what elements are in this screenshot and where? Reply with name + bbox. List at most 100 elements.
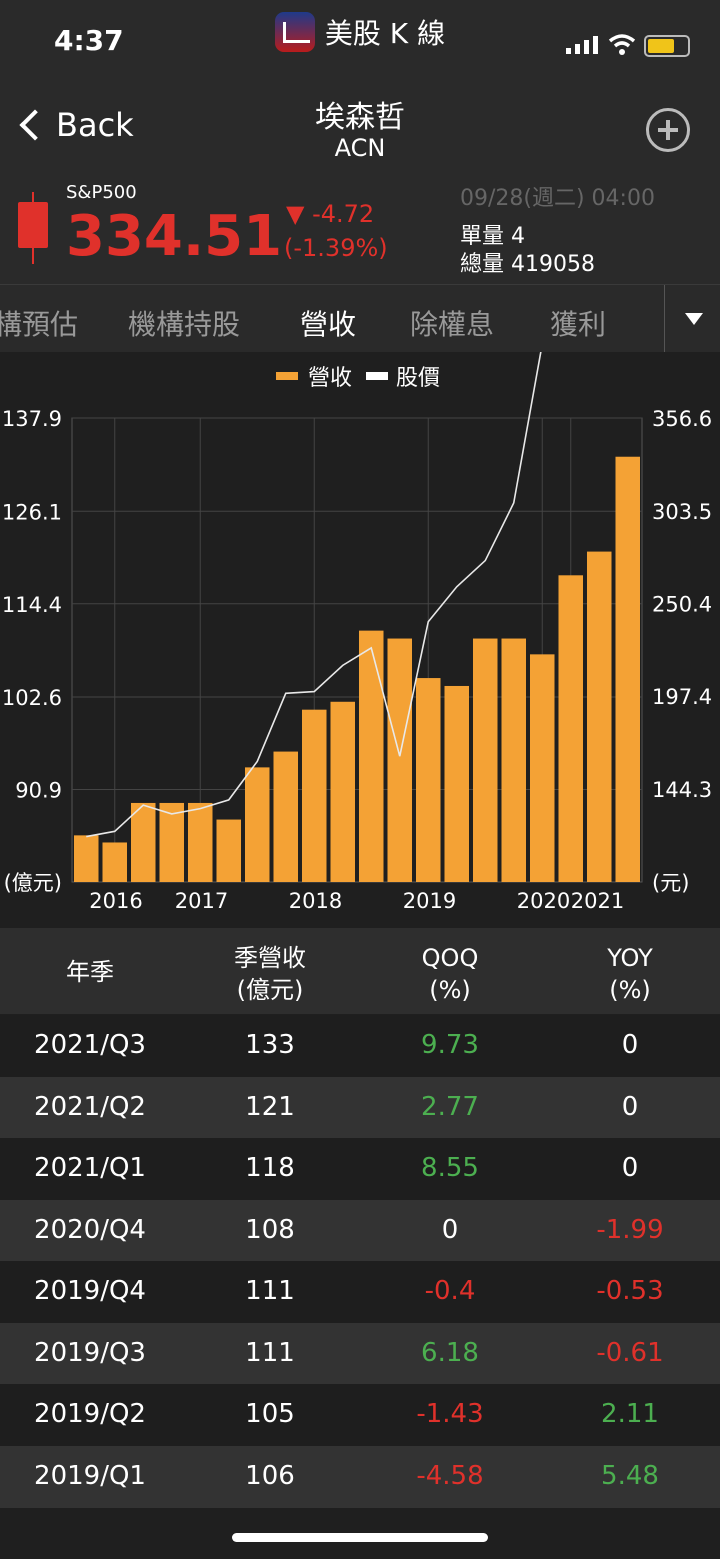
cell-qoq: 8.55 xyxy=(421,1153,479,1183)
x-axis-tick-label: 2020 xyxy=(517,889,570,913)
col-header-qoq-title: QOQ xyxy=(421,944,479,972)
table-row[interactable]: 2021/Q1 118 8.55 0 xyxy=(0,1138,720,1200)
cell-revenue: 121 xyxy=(245,1091,295,1122)
total-volume-label: 總量 xyxy=(460,252,505,277)
cell-revenue: 105 xyxy=(245,1399,295,1429)
revenue-bar xyxy=(387,638,413,882)
battery-icon xyxy=(644,35,690,57)
cell-qoq: -1.43 xyxy=(416,1399,484,1429)
tab-earnings[interactable]: 獲利 xyxy=(550,303,606,343)
home-indicator xyxy=(232,1533,488,1542)
left-axis-tick-label: 90.9 xyxy=(15,779,62,803)
quote-bar: S&P500 334.51 ▼ -4.72 (-1.39%) 09/28(週二)… xyxy=(0,170,720,284)
candlestick-icon xyxy=(18,192,48,264)
cell-yoy: 2.11 xyxy=(601,1399,659,1429)
tab-bar: 構預估 機構持股 營收 除權息 獲利 xyxy=(0,284,720,353)
cell-revenue: 118 xyxy=(245,1153,295,1183)
cell-quarter: 2019/Q1 xyxy=(34,1460,146,1491)
cell-revenue: 111 xyxy=(245,1337,295,1368)
revenue-bar xyxy=(159,802,185,882)
col-header-revenue-title: 季營收 xyxy=(234,944,306,972)
revenue-bar xyxy=(529,654,555,882)
revenue-chart: 營收 股價 137.9 356.6 126.1 303.5 114.4 250.4 102.… xyxy=(0,104,720,928)
right-axis-tick-label: 303.5 xyxy=(652,500,712,524)
right-axis-unit: (元) xyxy=(652,871,689,895)
table-row[interactable]: 2019/Q2 105 -1.43 2.11 xyxy=(0,1384,720,1446)
right-axis-tick-label: 197.4 xyxy=(652,685,712,709)
col-header-revenue-unit: (億元) xyxy=(236,976,304,1004)
revenue-bar xyxy=(330,701,356,882)
status-bar: 4:37 美股 K 線 xyxy=(0,0,720,86)
left-axis-tick-label: 126.1 xyxy=(2,500,62,524)
tab-institutional-holdings[interactable]: 機構持股 xyxy=(128,303,240,343)
cell-quarter: 2019/Q3 xyxy=(34,1337,146,1368)
nav-bar: Back 埃森哲 ACN xyxy=(0,86,720,171)
left-axis-tick-label: 114.4 xyxy=(2,593,62,617)
quote-datetime: 09/28(週二) 04:00 xyxy=(460,186,655,211)
revenue-bar xyxy=(244,767,270,882)
price-change-percent: (-1.39%) xyxy=(284,234,388,262)
cell-revenue: 106 xyxy=(245,1460,295,1491)
cell-yoy: 0 xyxy=(621,1030,639,1060)
cellular-signal-icon xyxy=(566,36,598,54)
x-axis-tick-label: 2021 xyxy=(571,889,624,913)
col-header-qoq-unit: (%) xyxy=(429,976,471,1004)
x-axis-tick-label: 2016 xyxy=(89,889,142,913)
table-row[interactable]: 2021/Q2 121 2.77 0 xyxy=(0,1076,720,1139)
tab-dividends[interactable]: 除權息 xyxy=(410,303,494,343)
cell-qoq: -0.4 xyxy=(424,1276,476,1306)
cell-quarter: 2020/Q4 xyxy=(34,1214,146,1245)
col-header-quarter: 年季 xyxy=(66,958,114,986)
table-row[interactable]: 2019/Q3 111 6.18 -0.61 xyxy=(0,1322,720,1385)
table-row[interactable]: 2020/Q4 108 0 -1.99 xyxy=(0,1199,720,1262)
table-row[interactable]: 2019/Q1 106 -4.58 5.48 xyxy=(0,1445,720,1508)
x-axis-tick-label: 2017 xyxy=(175,889,228,913)
cell-yoy: 0 xyxy=(621,1091,639,1122)
revenue-bar xyxy=(415,678,441,882)
legend-price-label: 股價 xyxy=(396,366,440,391)
right-axis-tick-label: 356.6 xyxy=(652,407,712,431)
revenue-bar xyxy=(301,709,327,882)
revenue-bar xyxy=(586,551,612,882)
left-axis-tick-label: 137.9 xyxy=(2,407,62,431)
legend-revenue-label: 營收 xyxy=(308,366,352,391)
index-name: S&P500 xyxy=(66,182,137,203)
cell-quarter: 2021/Q3 xyxy=(34,1030,146,1060)
table-row[interactable]: 2019/Q4 111 -0.4 -0.53 xyxy=(0,1261,720,1323)
cell-yoy: -0.61 xyxy=(596,1337,664,1368)
legend-revenue-swatch xyxy=(276,372,298,380)
add-watchlist-button[interactable] xyxy=(646,108,690,152)
cell-qoq: 9.73 xyxy=(421,1030,479,1060)
tab-revenue[interactable]: 營收 xyxy=(300,303,356,343)
wifi-icon xyxy=(608,34,636,55)
revenue-bar xyxy=(273,751,299,882)
cell-yoy: -1.99 xyxy=(596,1214,664,1245)
cell-qoq: 6.18 xyxy=(421,1337,479,1368)
cell-qoq: -4.58 xyxy=(416,1460,484,1491)
col-header-revenue: 季營收 (億元) xyxy=(180,942,360,1006)
tab-analyst-estimate[interactable]: 構預估 xyxy=(0,303,78,343)
x-axis-tick-label: 2019 xyxy=(403,889,456,913)
revenue-bar xyxy=(472,638,498,882)
legend-price-swatch xyxy=(366,372,388,380)
cell-yoy: 0 xyxy=(621,1153,639,1183)
plot-frame xyxy=(71,417,643,883)
revenue-bar xyxy=(444,685,470,882)
cell-quarter: 2019/Q4 xyxy=(34,1276,146,1306)
x-axis-tick-label: 2018 xyxy=(289,889,342,913)
revenue-bar xyxy=(558,575,584,882)
cell-revenue: 108 xyxy=(245,1214,295,1245)
stock-symbol: ACN xyxy=(334,134,386,162)
right-axis-tick-label: 144.3 xyxy=(652,778,712,802)
tab-dropdown-button[interactable] xyxy=(664,285,720,353)
revenue-bar xyxy=(130,802,156,882)
revenue-bar xyxy=(73,835,99,882)
revenue-bar xyxy=(615,456,641,882)
revenue-bar xyxy=(501,638,527,882)
price-change: ▼ -4.72 xyxy=(286,200,375,228)
cell-revenue: 111 xyxy=(245,1276,295,1306)
cell-quarter: 2021/Q2 xyxy=(34,1091,146,1122)
table-row[interactable]: 2021/Q3 133 9.73 0 xyxy=(0,1015,720,1077)
page-title: 埃森哲 xyxy=(315,100,405,135)
col-header-yoy-title: YOY xyxy=(607,944,653,972)
